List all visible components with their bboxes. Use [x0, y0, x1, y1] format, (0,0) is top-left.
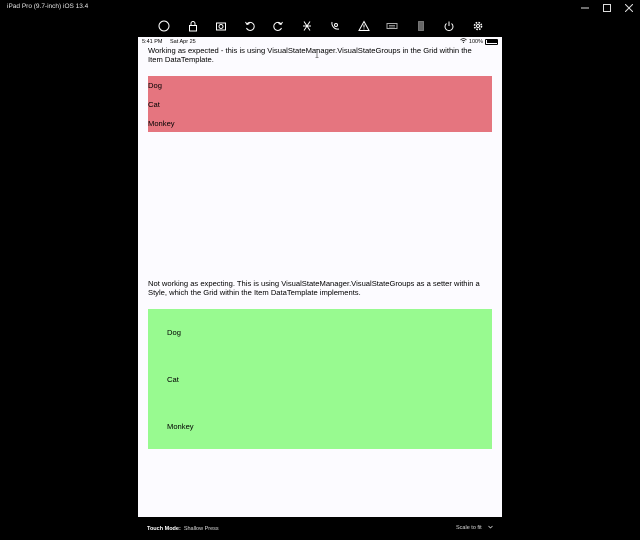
- location-icon[interactable]: [321, 16, 350, 36]
- text-cursor-icon: [315, 45, 319, 58]
- touch-mode-value: Shallow Press: [183, 526, 219, 532]
- touch-mode[interactable]: Touch Mode: Shallow Press: [147, 526, 219, 532]
- section1-list[interactable]: Dog Cat Monkey: [148, 76, 492, 132]
- rotate-right-icon[interactable]: [264, 16, 293, 36]
- window-titlebar: iPad Pro (9.7-inch) iOS 13.4: [0, 0, 640, 16]
- close-button[interactable]: [618, 0, 640, 16]
- scale-label: Scale to fit: [456, 525, 482, 531]
- simulator-bottom-bar: Touch Mode: Shallow Press Scale to fit: [0, 518, 640, 540]
- home-icon[interactable]: [150, 16, 179, 36]
- list-item[interactable]: Dog: [148, 81, 162, 90]
- keyboard-icon[interactable]: [378, 16, 407, 36]
- minimize-button[interactable]: [574, 0, 596, 16]
- shake-icon[interactable]: [293, 16, 322, 36]
- battery-icon: [485, 38, 498, 45]
- status-date: Sat Apr 25: [170, 38, 196, 45]
- rotate-left-icon[interactable]: [236, 16, 265, 36]
- list-item[interactable]: Monkey: [167, 422, 194, 431]
- section2-description: Not working as expecting. This is using …: [148, 279, 480, 298]
- window-controls: [574, 0, 640, 16]
- simulator-toolbar: [150, 16, 492, 36]
- status-time: 5:41 PM: [142, 38, 163, 45]
- list-item[interactable]: Monkey: [148, 119, 175, 128]
- screenshot-icon[interactable]: [207, 16, 236, 36]
- power-icon[interactable]: [435, 16, 464, 36]
- maximize-button[interactable]: [596, 0, 618, 16]
- window-title: iPad Pro (9.7-inch) iOS 13.4: [7, 3, 89, 10]
- touch-mode-label: Touch Mode:: [147, 526, 181, 532]
- device-icon: [407, 16, 436, 36]
- settings-icon[interactable]: [464, 16, 493, 36]
- scale-dropdown[interactable]: Scale to fit: [456, 525, 493, 531]
- ios-status-bar: 5:41 PM Sat Apr 25 100%: [138, 37, 502, 46]
- battery-percent: 100%: [468, 38, 483, 45]
- lock-icon[interactable]: [179, 16, 208, 36]
- warning-icon[interactable]: [350, 16, 379, 36]
- chevron-down-icon: [487, 525, 493, 531]
- device-screen: 5:41 PM Sat Apr 25 100% Working as expec…: [138, 37, 502, 517]
- wifi-icon: [460, 38, 467, 45]
- section2-list[interactable]: Dog Cat Monkey: [148, 309, 492, 449]
- list-item[interactable]: Cat: [148, 100, 160, 109]
- list-item[interactable]: Dog: [167, 328, 181, 337]
- list-item[interactable]: Cat: [167, 375, 179, 384]
